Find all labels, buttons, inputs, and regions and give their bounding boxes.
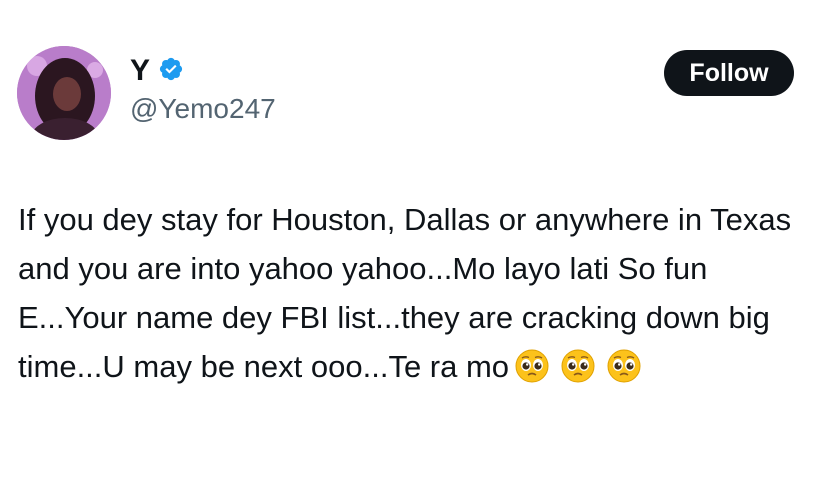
avatar[interactable]: [17, 46, 111, 140]
pleading-face-emoji: [515, 348, 549, 397]
user-name-row: Y: [130, 54, 184, 88]
verified-badge-icon: [158, 56, 184, 87]
user-handle[interactable]: @Yemo247: [130, 93, 276, 125]
tweet-body: If you dey stay for Houston, Dallas or a…: [18, 202, 792, 384]
pleading-face-emoji: [607, 348, 641, 397]
tweet-text: If you dey stay for Houston, Dallas or a…: [18, 195, 808, 397]
follow-button[interactable]: Follow: [664, 50, 794, 96]
avatar-image: [17, 46, 111, 140]
display-name[interactable]: Y: [130, 54, 150, 88]
pleading-face-emoji: [561, 348, 595, 397]
